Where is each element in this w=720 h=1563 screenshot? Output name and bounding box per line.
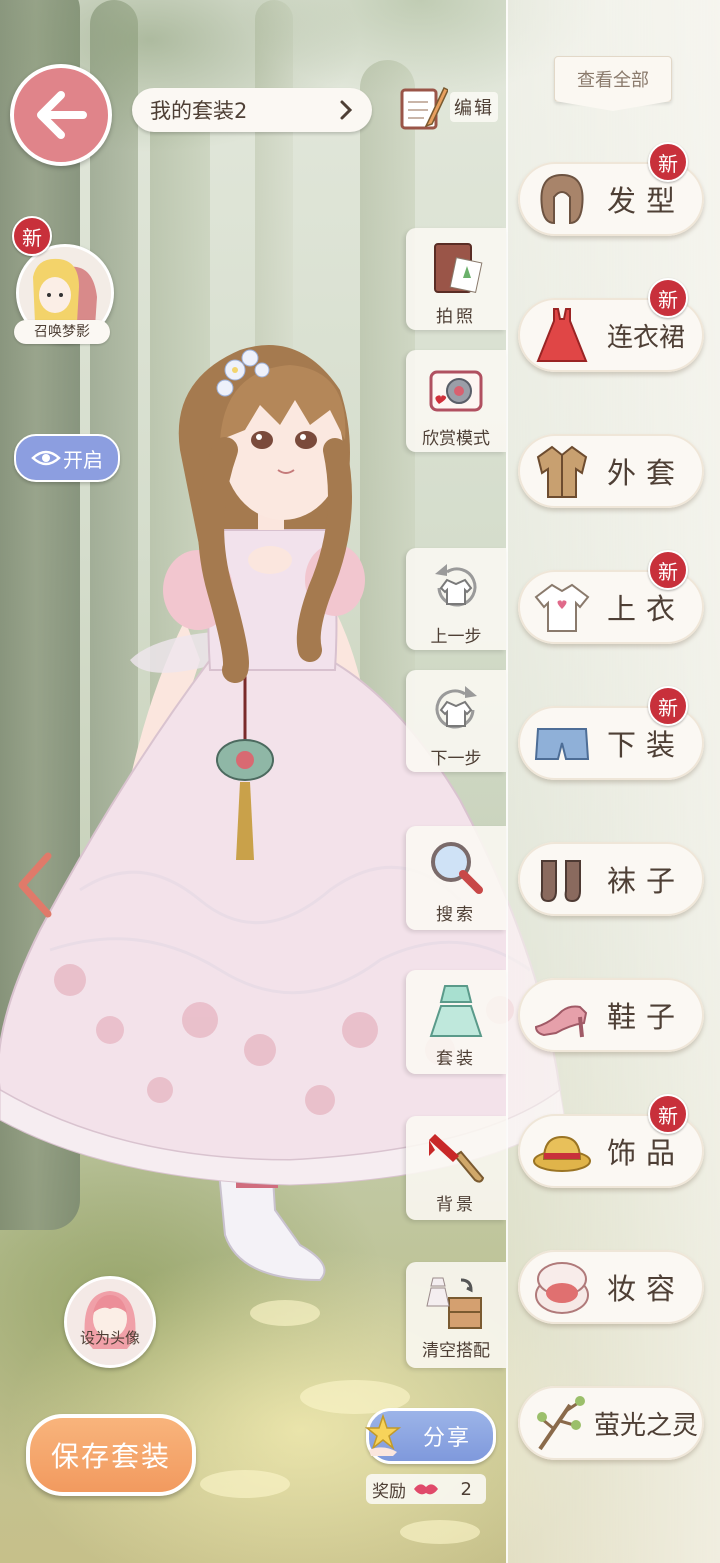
undo-icon <box>435 564 477 607</box>
tool-undo-button[interactable]: 上一步 <box>406 548 506 650</box>
tool-outfit-set-button[interactable]: 套装 <box>406 970 506 1074</box>
star-hand-icon <box>364 1414 402 1456</box>
category-socks-button[interactable]: 袜子 <box>518 842 704 916</box>
tool-search-button[interactable]: 搜索 <box>406 826 506 930</box>
category-makeup-button[interactable]: 妆容 <box>518 1250 704 1324</box>
dress-icon <box>536 308 588 362</box>
category-label: 萤光之灵 <box>594 1410 699 1441</box>
avatar-portrait-icon <box>67 1279 153 1365</box>
tool-photo-button[interactable]: 拍照 <box>406 228 506 330</box>
reward-label: 奖励 <box>372 1481 406 1502</box>
new-badge: 新 <box>648 278 688 318</box>
category-label: 袜子 <box>606 864 685 898</box>
tool-redo-button[interactable]: 下一步 <box>406 670 506 772</box>
toggle-open-label: 开启 <box>63 447 103 472</box>
diamond-lips-icon <box>414 1484 438 1495</box>
edit-button[interactable]: 编辑 <box>398 80 506 134</box>
redo-icon <box>435 686 477 729</box>
tool-label: 欣赏模式 <box>422 429 490 449</box>
light-spot <box>250 1300 320 1326</box>
camera-icon <box>429 370 483 412</box>
category-label: 妆容 <box>606 1272 685 1306</box>
save-outfit-label: 保存套装 <box>50 1440 171 1473</box>
view-all-button[interactable]: 查看全部 <box>554 56 672 111</box>
light-spot <box>400 1520 480 1544</box>
chevron-right-icon <box>340 100 353 120</box>
eye-icon <box>31 450 61 466</box>
magnifier-icon <box>431 842 483 894</box>
hair-icon <box>540 173 584 225</box>
category-label: 外套 <box>606 456 685 490</box>
tool-label: 套装 <box>436 1049 476 1069</box>
outfit-set-icon <box>429 985 483 1037</box>
set-avatar-label: 设为头像 <box>79 1329 140 1347</box>
toggle-open-button[interactable]: 开启 <box>14 434 120 482</box>
new-badge: 新 <box>12 216 52 256</box>
light-spot <box>200 1470 290 1498</box>
new-badge: 新 <box>648 686 688 726</box>
tool-label: 上一步 <box>430 627 482 647</box>
share-label: 分享 <box>423 1426 472 1451</box>
tool-label: 清空搭配 <box>422 1341 490 1361</box>
notepad-pencil-icon <box>400 86 448 130</box>
category-spirit-button[interactable]: 萤光之灵 <box>518 1386 704 1460</box>
category-coat-button[interactable]: 外套 <box>518 434 704 508</box>
chevron-left-icon[interactable] <box>14 850 54 920</box>
category-label: 上衣 <box>606 592 685 626</box>
category-label: 下装 <box>606 728 685 762</box>
set-avatar-button[interactable]: 设为头像 <box>64 1276 156 1368</box>
outfit-name-text: 我的套装2 <box>150 99 248 123</box>
makeup-icon <box>535 1262 589 1314</box>
reward-count: 2 <box>460 1478 472 1500</box>
new-badge: 新 <box>648 550 688 590</box>
edit-label: 编辑 <box>450 92 498 122</box>
tool-appreciate-button[interactable]: 欣赏模式 <box>406 350 506 452</box>
back-button[interactable] <box>10 64 112 166</box>
tool-background-button[interactable]: 背景 <box>406 1116 506 1220</box>
new-badge: 新 <box>648 1094 688 1134</box>
category-label: 鞋子 <box>606 1000 685 1034</box>
top-icon <box>534 583 590 632</box>
back-arrow-icon <box>37 91 87 139</box>
socks-icon <box>540 860 581 903</box>
shoes-icon <box>534 1005 588 1038</box>
paint-brush-icon <box>429 1134 485 1183</box>
hat-icon <box>533 1135 591 1172</box>
category-label: 连衣裙 <box>606 322 685 353</box>
shorts-icon <box>534 728 590 760</box>
tool-label: 搜索 <box>436 905 476 925</box>
share-button[interactable]: 分享 <box>364 1408 496 1464</box>
share-reward: 奖励 2 <box>366 1474 486 1504</box>
clear-outfit-icon <box>426 1277 482 1329</box>
new-badge: 新 <box>648 142 688 182</box>
tool-clear-outfit-button[interactable]: 清空搭配 <box>406 1262 506 1368</box>
category-label: 发型 <box>606 184 685 218</box>
photo-album-icon <box>434 243 483 293</box>
branch-icon <box>537 1396 585 1451</box>
outfit-name-selector[interactable]: 我的套装2 <box>132 88 372 132</box>
tool-label: 拍照 <box>436 307 476 327</box>
tool-label: 背景 <box>436 1195 476 1215</box>
tool-label: 下一步 <box>430 749 482 769</box>
category-shoes-button[interactable]: 鞋子 <box>518 978 704 1052</box>
coat-icon <box>536 445 588 498</box>
category-label: 饰品 <box>606 1136 685 1170</box>
summon-dream-shadow-button[interactable]: 新 召唤梦影 <box>12 216 114 350</box>
save-outfit-button[interactable]: 保存套装 <box>26 1414 196 1496</box>
summon-label: 召唤梦影 <box>14 320 110 344</box>
